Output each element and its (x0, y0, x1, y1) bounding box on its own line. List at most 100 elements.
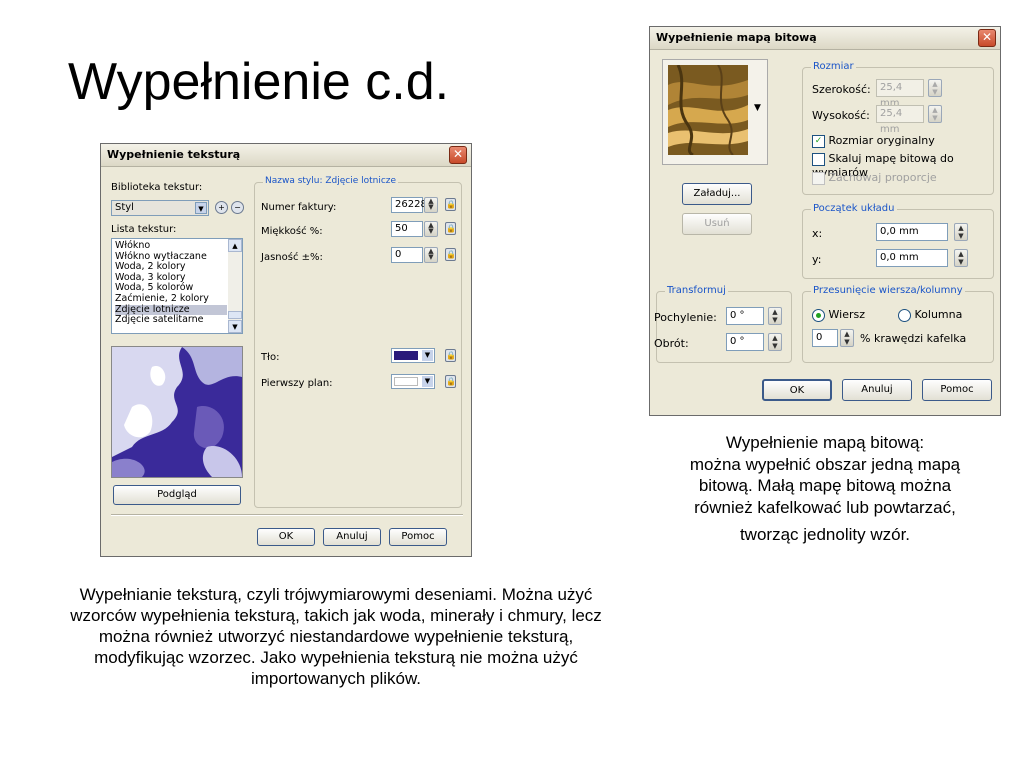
texture-preview-image (111, 346, 243, 478)
offset-group-label: Przesunięcie wiersza/kolumny (811, 285, 965, 296)
bitmap-picker[interactable]: ▼ (662, 59, 768, 165)
cancel-button[interactable]: Anuluj (323, 528, 381, 546)
preview-button[interactable]: Podgląd (113, 485, 241, 505)
column-radio[interactable]: Kolumna (898, 308, 962, 322)
radio-icon (898, 308, 911, 322)
param-field-1[interactable]: 50 (391, 221, 423, 237)
load-button[interactable]: Załaduj... (682, 183, 752, 205)
library-select-value: Styl (115, 202, 134, 213)
texture-dialog-title: Wypełnienie teksturą ✕ (101, 144, 471, 167)
transform-group: Transformuj (656, 285, 792, 363)
param-field-0[interactable]: 26228 (391, 197, 427, 213)
height-label: Wysokość: (812, 109, 870, 122)
lock-icon[interactable]: 🔒 (445, 222, 456, 235)
chevron-down-icon: ▼ (422, 350, 433, 361)
transform-group-label: Transformuj (665, 285, 728, 296)
lock-icon[interactable]: 🔒 (445, 248, 456, 261)
x-label: x: (812, 227, 823, 240)
param-spinner-2[interactable]: ▲ ▼ (424, 247, 438, 263)
ok-button[interactable]: OK (257, 528, 315, 546)
background-label: Tło: (261, 352, 280, 363)
keep-proportions-checkbox[interactable]: Zachowaj proporcje (812, 171, 937, 185)
scroll-up-icon[interactable]: ▲ (228, 239, 242, 252)
list-item[interactable]: Zaćmienie, 2 kolory (115, 293, 227, 305)
help-button[interactable]: Pomoc (389, 528, 447, 546)
scroll-down-icon[interactable]: ▼ (228, 320, 242, 333)
caption-right-line: tworząc jednolity wzór. (739, 525, 911, 544)
offset-spinner[interactable]: ▲ ▼ (840, 329, 854, 347)
divider (111, 514, 463, 516)
param-label-2: Jasność ±%: (261, 252, 323, 263)
x-field[interactable]: 0,0 mm (876, 223, 948, 241)
help-button[interactable]: Pomoc (922, 379, 992, 401)
lock-icon[interactable]: 🔒 (445, 198, 456, 211)
close-icon[interactable]: ✕ (449, 146, 467, 164)
cancel-button[interactable]: Anuluj (842, 379, 912, 401)
list-scrollbar[interactable]: ▲ ▼ (228, 239, 242, 333)
bitmap-dialog-title: Wypełnienie mapą bitową ✕ (650, 27, 1000, 50)
keep-proportions-label: Zachowaj proporcje (828, 171, 937, 184)
param-label-1: Miękkość %: (261, 226, 323, 237)
close-icon[interactable]: ✕ (978, 29, 996, 47)
background-color-picker[interactable]: ▼ (391, 348, 435, 363)
offset-field[interactable]: 0 (812, 329, 838, 347)
texture-list-label: Lista tekstur: (111, 224, 177, 235)
param-spinner-0[interactable]: ▲ ▼ (424, 197, 438, 213)
chevron-down-icon: ▼ (422, 376, 433, 387)
lock-icon[interactable]: 🔒 (445, 375, 456, 388)
list-item[interactable]: Włókno (115, 240, 227, 252)
column-label: Kolumna (914, 308, 963, 321)
height-field[interactable]: 25,4 mm (876, 105, 924, 135)
style-group-label: Nazwa stylu: Zdjęcie lotnicze (263, 176, 399, 186)
param-field-2[interactable]: 0 (391, 247, 423, 263)
add-library-icon[interactable]: + (215, 201, 228, 214)
x-spinner[interactable]: ▲ ▼ (954, 223, 968, 241)
row-label: Wiersz (828, 308, 866, 321)
skew-label: Pochylenie: (654, 311, 717, 324)
checkbox-icon (812, 152, 825, 166)
foreground-color-picker[interactable]: ▼ (391, 374, 435, 389)
height-spinner[interactable]: ▲ ▼ (928, 105, 942, 123)
texture-dialog-title-text: Wypełnienie teksturą (107, 148, 241, 161)
checkbox-checked-icon: ✓ (812, 134, 825, 148)
scroll-thumb[interactable] (228, 311, 242, 319)
original-size-label: Rozmiar oryginalny (828, 134, 935, 147)
caption-right-line: również kafelkować lub powtarzać, (694, 497, 956, 517)
width-label: Szerokość: (812, 83, 871, 96)
checkbox-disabled-icon (812, 171, 825, 185)
rotate-field[interactable]: 0 ° (726, 333, 764, 351)
row-radio[interactable]: Wiersz (812, 308, 865, 322)
width-field[interactable]: 25,4 mm (876, 79, 924, 109)
offset-group: Przesunięcie wiersza/kolumny (802, 285, 994, 363)
remove-library-icon[interactable]: − (231, 201, 244, 214)
texture-fill-dialog: Wypełnienie teksturą ✕ Biblioteka tekstu… (100, 143, 472, 557)
caption-right-line: Wypełnienie mapą bitową: (725, 433, 925, 452)
library-select[interactable]: Styl ▼ (111, 200, 209, 216)
ok-button[interactable]: OK (762, 379, 832, 401)
rotate-label: Obrót: (654, 337, 689, 350)
radio-selected-icon (812, 308, 825, 322)
original-size-checkbox[interactable]: ✓ Rozmiar oryginalny (812, 134, 935, 148)
caption-right: Wypełnienie mapą bitową: można wypełnić … (640, 432, 1010, 546)
y-field[interactable]: 0,0 mm (876, 249, 948, 267)
foreground-label: Pierwszy plan: (261, 378, 333, 389)
remove-button[interactable]: Usuń (682, 213, 752, 235)
origin-group: Początek układu (802, 203, 994, 279)
rotate-spinner[interactable]: ▲ ▼ (768, 333, 782, 351)
library-label: Biblioteka tekstur: (111, 182, 203, 193)
skew-spinner[interactable]: ▲ ▼ (768, 307, 782, 325)
lock-icon[interactable]: 🔒 (445, 349, 456, 362)
texture-list[interactable]: Włókno Włókno wytłaczane Woda, 2 kolory Wod… (111, 238, 243, 334)
bitmap-fill-dialog: Wypełnienie mapą bitową ✕ ▼ Załaduj... U… (649, 26, 1001, 416)
width-spinner[interactable]: ▲ ▼ (928, 79, 942, 97)
caption-left: Wypełnianie teksturą, czyli trójwymiarow… (70, 585, 602, 688)
param-label-0: Numer faktury: (261, 202, 337, 213)
bitmap-dialog-title-text: Wypełnienie mapą bitową (656, 31, 817, 44)
bitmap-preview-image (668, 65, 748, 155)
skew-field[interactable]: 0 ° (726, 307, 764, 325)
dropdown-arrow-icon: ▼ (754, 103, 761, 113)
slide-title: Wypełnienie c.d. (68, 53, 450, 111)
y-spinner[interactable]: ▲ ▼ (954, 249, 968, 267)
param-spinner-1[interactable]: ▲ ▼ (424, 221, 438, 237)
list-item[interactable]: Zdjęcie satelitarne (115, 315, 227, 326)
